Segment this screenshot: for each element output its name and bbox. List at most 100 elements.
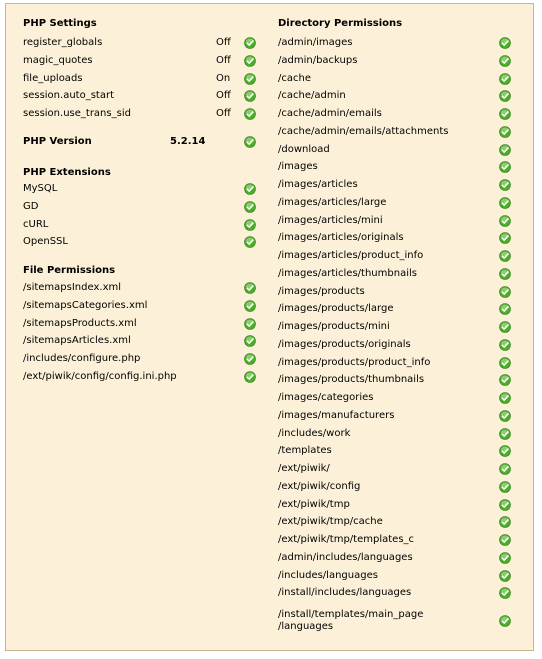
check-ok-icon [499,338,511,351]
check-ok-icon [499,534,511,546]
check-ok-icon [244,299,256,312]
item-label: /includes/work [278,427,351,439]
file-row: /sitemapsCategories.xml [23,298,269,314]
item-label: /includes/configure.php [23,353,141,364]
directory-row: /templates [278,443,524,459]
item-label: /images/products/thumbnails [278,374,425,386]
item-label: /install/templates/main_page/languages [278,609,424,632]
check-ok-icon [244,90,256,103]
item-label: /ext/piwik/tmp/cache [278,516,383,528]
item-label: /images/categories [278,392,374,403]
directory-row: /cache/admin/emails [278,106,524,122]
check-ok-icon [244,37,256,49]
check-ok-icon [499,214,511,227]
item-label: /ext/piwik/ [278,463,330,474]
item-label: /images/products/large [278,303,394,315]
directory-row: /ext/piwik/ [278,461,524,477]
php-version-row: PHP Version 5.2.14 [23,134,269,150]
check-ok-icon [499,516,511,529]
item-label: /ext/piwik/tmp [278,498,350,510]
item-label: /includes/languages [278,569,378,581]
directory-row: /images/products/mini [278,319,524,335]
php-extensions-heading: PHP Extensions [23,167,111,178]
item-label: /images/manufacturers [278,409,395,421]
item-value: Off [216,90,231,102]
item-label: /images/products/product_info [278,356,431,368]
item-label: /images/products/mini [278,321,390,332]
check-ok-icon [499,427,511,440]
check-ok-icon [244,108,256,120]
extension-row: OpenSSL [23,234,269,250]
setting-row: session.auto_start Off [23,88,269,104]
item-label: /sitemapsIndex.xml [23,282,122,293]
item-label: /download [278,143,330,155]
check-ok-icon [244,72,256,85]
file-row: /sitemapsProducts.xml [23,316,269,332]
item-label: session.auto_start [23,90,114,102]
directory-row: /install/templates/main_page/languages [278,609,524,632]
item-label: /images/products [278,285,365,297]
check-ok-icon [499,143,511,156]
setting-row: file_uploads On [23,71,269,87]
directory-row: /includes/work [278,426,524,442]
directory-permissions-heading: Directory Permissions [278,18,403,29]
file-row: /includes/configure.php [23,351,269,367]
directory-row: /includes/languages [278,568,524,584]
file-row: /ext/piwik/config/config.ini.php [23,369,269,385]
check-ok-icon [499,37,511,49]
item-label: /sitemapsArticles.xml [23,335,131,347]
item-label: /images [278,161,318,173]
check-ok-icon [499,498,511,511]
check-ok-icon [244,136,256,148]
item-label: /admin/images [278,37,353,48]
item-label: /cache/admin/emails [278,108,382,119]
item-label: /images/articles [278,179,358,190]
directory-row: /ext/piwik/tmp/cache [278,514,524,530]
check-ok-icon [244,370,256,383]
directory-row: /images/manufacturers [278,408,524,424]
check-ok-icon [499,54,511,67]
directory-row: /cache/admin [278,88,524,104]
check-ok-icon [499,72,511,85]
check-ok-icon [499,409,511,422]
check-ok-icon [244,353,256,365]
setting-row: session.use_trans_sid Off [23,106,269,122]
check-ok-icon [499,356,511,369]
check-ok-icon [499,267,511,280]
item-label: /admin/backups [278,54,358,66]
item-label: /images/articles/mini [278,214,383,226]
check-ok-icon [244,200,256,213]
check-ok-icon [244,183,256,195]
directory-row: /ext/piwik/tmp/templates_c [278,532,524,548]
check-ok-icon [499,232,511,245]
check-ok-icon [499,480,511,493]
item-value: 5.2.14 [170,136,206,147]
directory-row: /admin/images [278,35,524,51]
item-label: OpenSSL [23,236,68,248]
directory-row: /images/products/originals [278,337,524,353]
item-label: cURL [23,218,49,230]
directory-row: /cache/admin/emails/attachments [278,124,524,140]
file-row: /sitemapsArticles.xml [23,333,269,349]
check-ok-icon [499,285,511,298]
check-ok-icon [499,303,511,316]
check-ok-icon [499,250,511,262]
directory-row: /images/products/thumbnails [278,372,524,388]
directory-row: /install/includes/languages [278,585,524,601]
item-label: /images/articles/large [278,196,387,208]
item-value: Off [216,108,231,119]
item-label: /images/articles/originals [278,232,404,244]
item-label: register_globals [23,37,103,48]
item-label: /images/articles/thumbnails [278,267,417,279]
item-label: /templates [278,445,332,457]
check-ok-icon [499,196,511,209]
directory-row: /images [278,159,524,175]
item-label: /cache/admin [278,90,346,102]
extension-row: MySQL [23,181,269,197]
item-label: /ext/piwik/tmp/templates_c [278,534,415,545]
item-label: /cache [278,72,311,84]
item-label: /sitemapsCategories.xml [23,299,148,311]
item-label: PHP Version [23,136,92,147]
item-value: Off [216,37,231,48]
item-label: file_uploads [23,72,83,84]
